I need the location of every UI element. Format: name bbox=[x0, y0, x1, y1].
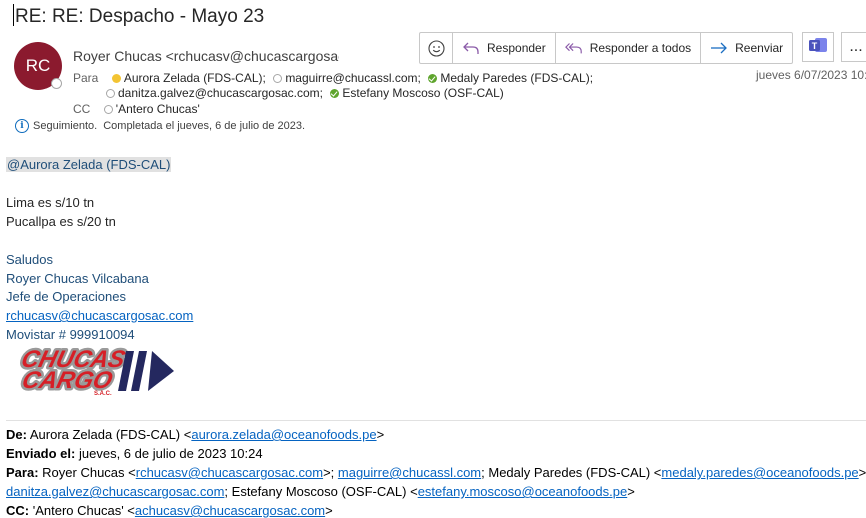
followup-banner: i Seguimiento. Completada el jueves, 6 d… bbox=[15, 119, 305, 133]
text-cursor bbox=[13, 4, 14, 26]
received-date: jueves 6/07/2023 10:3 bbox=[756, 68, 866, 82]
svg-text:S.A.C.: S.A.C. bbox=[94, 391, 112, 397]
recipient-estefany[interactable]: Estefany Moscoso (OSF-CAL) bbox=[330, 86, 504, 100]
body-line-lima: Lima es s/10 tn bbox=[6, 195, 95, 210]
email-link[interactable]: rchucasv@chucascargosac.com bbox=[136, 465, 323, 480]
recipient-antero[interactable]: 'Antero Chucas' bbox=[103, 102, 200, 116]
quoted-sent: Enviado el: jueves, 6 de julio de 2023 1… bbox=[6, 446, 263, 461]
recipient-maguirre[interactable]: maguirre@chucassl.com; bbox=[273, 71, 421, 85]
email-link[interactable]: medaly.paredes@oceanofoods.pe bbox=[661, 465, 858, 480]
message-actions-toolbar: Responder Responder a todos Reenviar bbox=[419, 32, 794, 64]
offline-status-icon bbox=[273, 74, 283, 83]
reply-all-button[interactable]: Responder a todos bbox=[556, 33, 702, 63]
reply-arrow-icon bbox=[462, 39, 480, 57]
email-link[interactable]: aurora.zelada@oceanofoods.pe bbox=[191, 427, 376, 442]
email-link[interactable]: achucasv@chucascargosac.com bbox=[135, 503, 325, 518]
sender-name[interactable]: Royer Chucas <rchucasv@chucascargosac.co… bbox=[73, 48, 339, 64]
recipient-medaly[interactable]: Medaly Paredes (FDS-CAL); bbox=[428, 71, 593, 85]
teams-icon: T bbox=[808, 36, 828, 59]
quoted-divider bbox=[6, 420, 866, 421]
signature-name: Royer Chucas Vilcabana bbox=[6, 271, 149, 286]
cc-line: CC 'Antero Chucas' bbox=[73, 100, 200, 118]
signature-email-link[interactable]: rchucasv@chucascargosac.com bbox=[6, 308, 193, 323]
quoted-from: De: Aurora Zelada (FDS-CAL) <aurora.zela… bbox=[6, 427, 385, 442]
away-status-icon bbox=[111, 74, 121, 83]
emoji-reaction-button[interactable] bbox=[420, 33, 453, 63]
email-subject: RE: RE: Despacho - Mayo 23 bbox=[13, 4, 265, 27]
email-link[interactable]: danitza.galvez@chucascargosac.com bbox=[6, 484, 224, 499]
recipient-aurora[interactable]: Aurora Zelada (FDS-CAL); bbox=[111, 71, 266, 85]
signature-phone: Movistar # 999910094 bbox=[6, 327, 135, 342]
presence-status-icon bbox=[51, 78, 62, 89]
reply-all-arrow-icon bbox=[564, 39, 583, 57]
available-status-icon bbox=[330, 89, 340, 98]
signature-greeting: Saludos bbox=[6, 252, 53, 267]
email-link[interactable]: maguirre@chucassl.com bbox=[338, 465, 481, 480]
mention-link[interactable]: @Aurora Zelada (FDS-CAL) bbox=[6, 157, 172, 172]
info-icon: i bbox=[15, 119, 29, 133]
to-label: Para bbox=[73, 71, 99, 85]
forward-button[interactable]: Reenviar bbox=[701, 33, 792, 63]
svg-text:CARGO: CARGO bbox=[19, 367, 115, 394]
cc-label: CC bbox=[73, 102, 91, 116]
quoted-to-2: danitza.galvez@chucascargosac.com; Estef… bbox=[6, 484, 635, 499]
smiley-icon bbox=[427, 39, 445, 57]
company-logo: CHUCAS CHUCAS CARGO CARGO S.A.C. bbox=[8, 343, 174, 398]
forward-arrow-icon bbox=[710, 39, 728, 57]
available-status-icon bbox=[428, 74, 438, 83]
more-actions-button[interactable]: ... bbox=[841, 32, 866, 62]
signature-role: Jefe de Operaciones bbox=[6, 289, 126, 304]
reply-button[interactable]: Responder bbox=[453, 33, 556, 63]
email-link[interactable]: estefany.moscoso@oceanofoods.pe bbox=[418, 484, 628, 499]
svg-text:T: T bbox=[812, 41, 818, 51]
quoted-cc: CC: 'Antero Chucas' <achucasv@chucascarg… bbox=[6, 503, 333, 518]
offline-status-icon bbox=[103, 105, 113, 114]
recipient-danitza[interactable]: danitza.galvez@chucascargosac.com; bbox=[106, 86, 323, 100]
quoted-to: Para: Royer Chucas <rchucasv@chucascargo… bbox=[6, 465, 866, 480]
body-line-pucallpa: Pucallpa es s/20 tn bbox=[6, 214, 116, 229]
teams-button[interactable]: T bbox=[802, 32, 834, 62]
offline-status-icon bbox=[106, 89, 115, 98]
